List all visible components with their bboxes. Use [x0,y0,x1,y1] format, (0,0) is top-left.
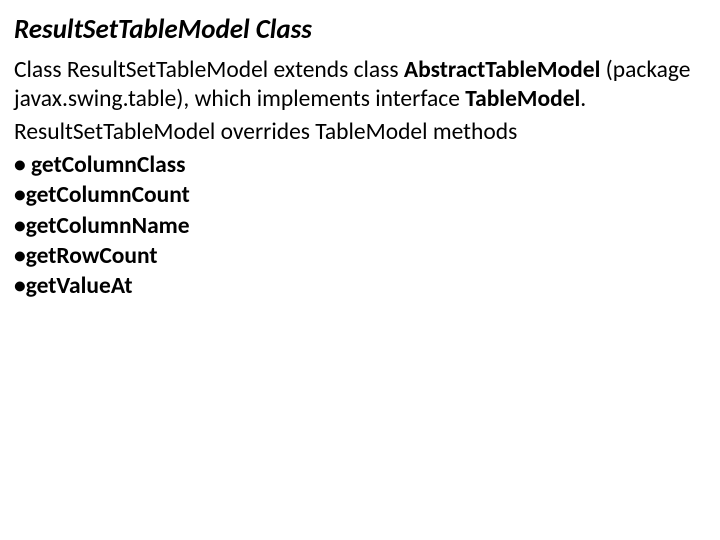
slide: ResultSetTableModel Class Class ResultSe… [0,0,720,317]
list-item: getRowCount [14,241,704,271]
slide-body: Class ResultSetTableModel extends class … [14,56,704,300]
paragraph-1: Class ResultSetTableModel extends class … [14,56,704,113]
list-item: getColumnClass [14,150,704,180]
list-item: getColumnCount [14,180,704,210]
method-list: getColumnClass getColumnCount getColumnN… [14,150,704,300]
list-item: getValueAt [14,271,704,301]
slide-title: ResultSetTableModel Class [14,14,704,46]
text-bold: TableModel [465,85,580,113]
text-run: . [580,85,586,113]
text-run: Class ResultSetTableModel extends class [14,56,404,84]
list-item: getColumnName [14,211,704,241]
paragraph-2: ResultSetTableModel overrides TableModel… [14,118,704,147]
text-bold: AbstractTableModel [404,56,600,84]
